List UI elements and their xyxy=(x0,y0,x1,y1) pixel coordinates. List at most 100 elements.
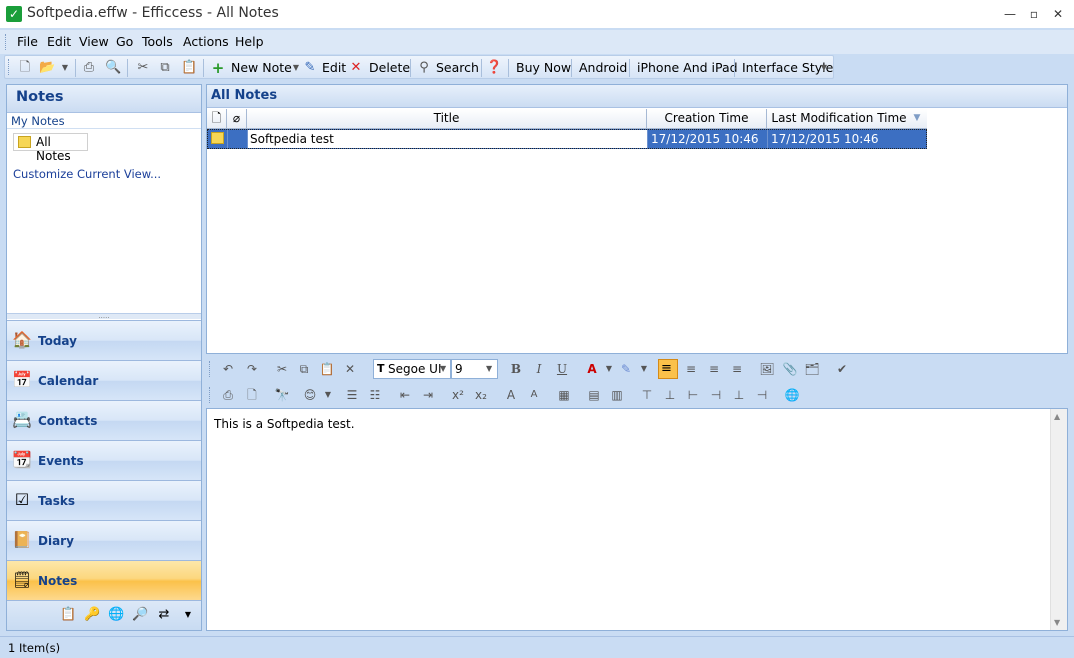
font-color-icon[interactable]: A xyxy=(584,361,600,377)
maximize-icon[interactable]: ▫ xyxy=(1022,5,1046,23)
nav-calendar[interactable]: 📅 Calendar xyxy=(7,360,201,400)
minimize-icon[interactable]: — xyxy=(998,5,1022,23)
edit-pencil-icon[interactable]: ✎ xyxy=(302,60,318,76)
chevron-down-icon[interactable]: ▼ xyxy=(601,361,617,377)
delete-button[interactable]: Delete xyxy=(369,60,410,75)
nav-events[interactable]: 📆 Events xyxy=(7,440,201,480)
help-icon[interactable]: ❓ xyxy=(486,60,502,76)
align-left-button[interactable]: ≡ xyxy=(658,359,678,379)
copy-icon[interactable]: ⧉ xyxy=(296,361,312,377)
menu-file[interactable]: File xyxy=(17,34,38,49)
chevron-down-icon[interactable]: ▼ xyxy=(486,364,492,373)
table-row-icon[interactable]: ▤ xyxy=(586,387,602,403)
shrink-font-icon[interactable]: A xyxy=(526,387,542,403)
column-creation-time[interactable]: Creation Time xyxy=(647,109,767,129)
print-preview-icon[interactable]: 🔍 xyxy=(105,60,121,76)
chevron-down-icon[interactable]: ▼ xyxy=(57,60,73,76)
buy-now-button[interactable]: Buy Now xyxy=(516,60,571,75)
decrease-indent-icon[interactable]: ⇤ xyxy=(397,387,413,403)
search-icon[interactable]: ⚲ xyxy=(416,60,432,76)
insert-column-right-icon[interactable]: ⊣ xyxy=(708,387,724,403)
hyperlink-icon[interactable]: 🌐 xyxy=(784,387,800,403)
align-right-icon[interactable]: ≡ xyxy=(706,361,722,377)
paste-icon[interactable]: 📋 xyxy=(181,60,197,76)
customize-view-link[interactable]: Customize Current View... xyxy=(13,167,161,181)
search-button[interactable]: Search xyxy=(436,60,479,75)
insert-table-icon[interactable]: ▦ xyxy=(556,387,572,403)
subscript-icon[interactable]: x₂ xyxy=(473,387,489,403)
editor-scrollbar[interactable]: ▲ ▼ xyxy=(1050,409,1067,630)
cut-icon[interactable]: ✂ xyxy=(274,361,290,377)
search-icon[interactable]: 🔎 xyxy=(132,607,148,623)
copy-icon[interactable]: ⧉ xyxy=(157,60,173,76)
chevron-down-icon[interactable]: ▼ xyxy=(440,364,446,373)
grow-font-icon[interactable]: A xyxy=(503,387,519,403)
chevron-down-icon[interactable]: ▼ xyxy=(816,60,832,76)
font-family-select[interactable]: T Segoe UI ▼ xyxy=(373,359,451,379)
insert-column-left-icon[interactable]: ⊢ xyxy=(685,387,701,403)
delete-column-icon[interactable]: ⊣ xyxy=(754,387,770,403)
new-note-button[interactable]: New Note xyxy=(231,60,292,75)
android-button[interactable]: Android xyxy=(579,60,627,75)
italic-icon[interactable]: I xyxy=(531,361,547,377)
table-row[interactable]: Softpedia test 17/12/2015 10:46 17/12/20… xyxy=(207,129,927,149)
spell-check-icon[interactable]: ✔ xyxy=(834,361,850,377)
nav-notes[interactable]: 🗒 Notes xyxy=(7,560,201,600)
underline-icon[interactable]: U xyxy=(554,361,570,377)
close-icon[interactable]: ✕ xyxy=(1046,5,1070,23)
sort-desc-icon[interactable]: ▼ xyxy=(907,109,927,129)
find-icon[interactable]: 🔭 xyxy=(274,387,290,403)
column-title[interactable]: Title xyxy=(247,109,647,129)
nav-diary[interactable]: 📔 Diary xyxy=(7,520,201,560)
menu-view[interactable]: View xyxy=(79,34,109,49)
column-icon-header[interactable]: 🗋 xyxy=(207,109,227,129)
insert-object-icon[interactable]: 🗂 xyxy=(804,361,820,377)
edit-button[interactable]: Edit xyxy=(322,60,346,75)
font-size-select[interactable]: 9 ▼ xyxy=(451,359,498,379)
table-column-icon[interactable]: ▥ xyxy=(609,387,625,403)
new-file-icon[interactable]: 🗋 xyxy=(17,60,33,76)
nav-tasks[interactable]: ☑ Tasks xyxy=(7,480,201,520)
nav-today[interactable]: 🏠 Today xyxy=(7,320,201,360)
chevron-down-icon[interactable]: ▼ xyxy=(636,361,652,377)
scroll-up-icon[interactable]: ▲ xyxy=(1054,412,1060,421)
bullet-list-icon[interactable]: ☰ xyxy=(344,387,360,403)
iphone-ipad-button[interactable]: iPhone And iPad xyxy=(637,60,738,75)
plus-icon[interactable]: + xyxy=(210,60,226,76)
delete-row-icon[interactable]: ⊥ xyxy=(731,387,747,403)
column-last-modification[interactable]: Last Modification Time xyxy=(767,109,911,129)
panel-splitter[interactable]: ..... xyxy=(7,313,201,320)
sync-icon[interactable]: ⇄ xyxy=(156,607,172,623)
menu-help[interactable]: Help xyxy=(235,34,264,49)
menu-actions[interactable]: Actions xyxy=(183,34,229,49)
emoticon-icon[interactable]: 😊 xyxy=(302,387,318,403)
globe-icon[interactable]: 🌐 xyxy=(108,607,124,623)
insert-image-icon[interactable]: 🖼 xyxy=(759,361,775,377)
justify-icon[interactable]: ≡ xyxy=(729,361,745,377)
attach-icon[interactable]: 📎 xyxy=(782,361,798,377)
editor-content[interactable]: This is a Softpedia test. xyxy=(214,417,355,431)
nav-contacts[interactable]: 📇 Contacts xyxy=(7,400,201,440)
highlight-icon[interactable]: ✎ xyxy=(618,361,634,377)
key-icon[interactable]: 🔑 xyxy=(84,607,100,623)
paste-icon[interactable]: 📋 xyxy=(319,361,335,377)
redo-icon[interactable]: ↷ xyxy=(244,361,260,377)
clear-format-icon[interactable]: ✕ xyxy=(342,361,358,377)
undo-icon[interactable]: ↶ xyxy=(220,361,236,377)
print-icon[interactable]: ⎙ xyxy=(81,60,97,76)
print-preview-icon[interactable]: 🗋 xyxy=(244,387,260,403)
insert-row-above-icon[interactable]: ⊤ xyxy=(639,387,655,403)
menu-go[interactable]: Go xyxy=(116,34,133,49)
bold-icon[interactable]: B xyxy=(508,361,524,377)
chevron-down-icon[interactable]: ▼ xyxy=(180,607,196,623)
delete-icon[interactable]: ✕ xyxy=(348,60,364,76)
scroll-down-icon[interactable]: ▼ xyxy=(1054,618,1060,627)
print-icon[interactable]: ⎙ xyxy=(220,387,236,403)
all-notes-view-item[interactable]: All Notes xyxy=(13,133,88,163)
open-folder-icon[interactable]: 📂 xyxy=(39,60,55,76)
attachment-icon[interactable]: ⌀ xyxy=(227,109,247,129)
align-center-icon[interactable]: ≡ xyxy=(683,361,699,377)
note-editor[interactable]: This is a Softpedia test. ▲ ▼ xyxy=(206,408,1068,631)
cut-icon[interactable]: ✂ xyxy=(135,60,151,76)
superscript-icon[interactable]: x² xyxy=(450,387,466,403)
